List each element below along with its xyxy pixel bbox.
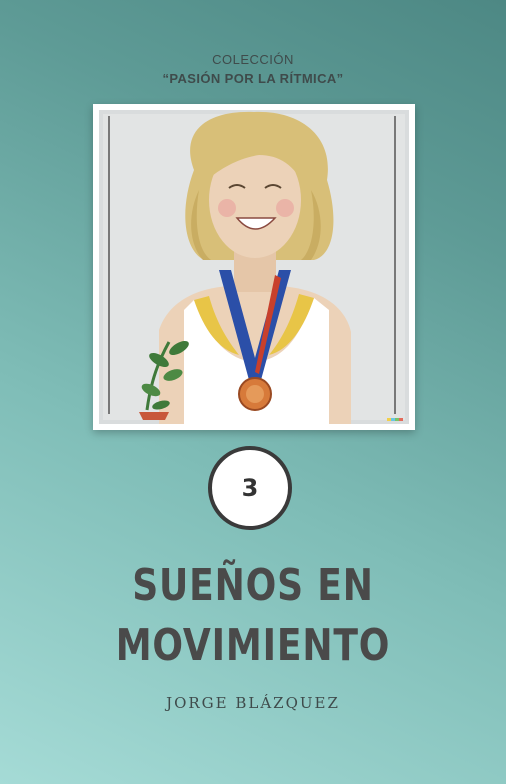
- series-label: COLECCIÓN: [212, 52, 294, 67]
- cover-illustration: [99, 110, 409, 424]
- author-name: JORGE BLÁZQUEZ: [166, 694, 340, 712]
- cover-illustration-frame: [93, 104, 415, 430]
- book-title-line-1: SUEÑOS EN: [132, 560, 374, 611]
- volume-number-badge: 3: [208, 446, 292, 530]
- series-name: “PASIÓN POR LA RÍTMICA”: [162, 71, 344, 86]
- volume-number: 3: [241, 474, 259, 502]
- book-title-line-2: MOVIMIENTO: [115, 620, 391, 671]
